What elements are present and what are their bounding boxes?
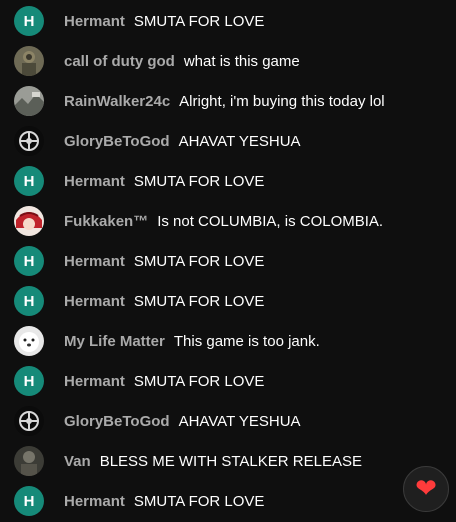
chat-message: Van BLESS ME WITH STALKER RELEASE (0, 441, 456, 481)
chat-message: H Hermant SMUTA FOR LOVE (0, 361, 456, 401)
author-name[interactable]: Hermant (64, 13, 125, 30)
message-text: SMUTA FOR LOVE (133, 492, 265, 510)
author-name[interactable]: Hermant (64, 373, 125, 390)
chat-message: GloryBeToGod AHAVAT YESHUA (0, 401, 456, 441)
avatar-letter: H (23, 492, 35, 510)
chat-message: GloryBeToGod AHAVAT YESHUA (0, 121, 456, 161)
message-text: SMUTA FOR LOVE (133, 172, 265, 190)
author-name[interactable]: Hermant (64, 493, 125, 510)
message-text: This game is too jank. (173, 332, 320, 350)
avatar-letter: H (23, 172, 35, 190)
message-text: SMUTA FOR LOVE (133, 292, 265, 310)
chat-message: Fukkaken™ Is not COLUMBIA, is COLOMBIA. (0, 201, 456, 241)
avatar-letter: H (23, 12, 35, 30)
chat-message: H Hermant SMUTA FOR LOVE (0, 161, 456, 201)
message-text: SMUTA FOR LOVE (133, 372, 265, 390)
author-avatar[interactable]: H (14, 6, 44, 36)
author-name[interactable]: RainWalker24c (64, 93, 170, 110)
white-dog-avatar-icon[interactable] (14, 326, 44, 356)
message-text: what is this game (183, 52, 300, 70)
author-avatar[interactable]: H (14, 366, 44, 396)
chat-message: RainWalker24c Alright, i'm buying this t… (0, 81, 456, 121)
author-name[interactable]: GloryBeToGod (64, 133, 170, 150)
author-name[interactable]: Van (64, 453, 91, 470)
chat-message: H Hermant SMUTA FOR LOVE (0, 1, 456, 41)
chat-message: H Hermant SMUTA FOR LOVE (0, 481, 456, 521)
message-text: AHAVAT YESHUA (178, 412, 301, 430)
chat-message: H Hermant SMUTA FOR LOVE (0, 281, 456, 321)
scenery-avatar-icon[interactable] (14, 86, 44, 116)
author-avatar[interactable]: H (14, 246, 44, 276)
author-avatar[interactable]: H (14, 166, 44, 196)
message-text: Alright, i'm buying this today lol (179, 92, 385, 110)
author-name[interactable]: My Life Matter (64, 333, 165, 350)
author-name[interactable]: GloryBeToGod (64, 413, 170, 430)
avatar-letter: H (23, 292, 35, 310)
dark-figure-avatar-icon[interactable] (14, 446, 44, 476)
message-text: SMUTA FOR LOVE (133, 12, 265, 30)
avatar-letter: H (23, 252, 35, 270)
live-chat-feed: H Hermant SMUTA FOR LOVE call of duty go… (0, 0, 456, 522)
chat-message: H Hermant SMUTA FOR LOVE (0, 241, 456, 281)
heart-icon: ❤ (415, 474, 437, 504)
message-text: BLESS ME WITH STALKER RELEASE (99, 452, 362, 470)
author-name[interactable]: Fukkaken™ (64, 213, 148, 230)
author-name[interactable]: Hermant (64, 173, 125, 190)
author-name[interactable]: call of duty god (64, 53, 175, 70)
soldier-avatar-icon[interactable] (14, 46, 44, 76)
emblem-avatar-icon[interactable] (14, 406, 44, 436)
chat-message: call of duty god what is this game (0, 41, 456, 81)
message-text: AHAVAT YESHUA (178, 132, 301, 150)
anime-girl-avatar-icon[interactable] (14, 206, 44, 236)
chat-message: My Life Matter This game is too jank. (0, 321, 456, 361)
author-avatar[interactable]: H (14, 286, 44, 316)
heart-reaction-button[interactable]: ❤ (403, 466, 449, 512)
author-name[interactable]: Hermant (64, 293, 125, 310)
avatar-letter: H (23, 372, 35, 390)
author-name[interactable]: Hermant (64, 253, 125, 270)
message-text: SMUTA FOR LOVE (133, 252, 265, 270)
author-avatar[interactable]: H (14, 486, 44, 516)
message-text: Is not COLUMBIA, is COLOMBIA. (157, 212, 384, 230)
emblem-avatar-icon[interactable] (14, 126, 44, 156)
